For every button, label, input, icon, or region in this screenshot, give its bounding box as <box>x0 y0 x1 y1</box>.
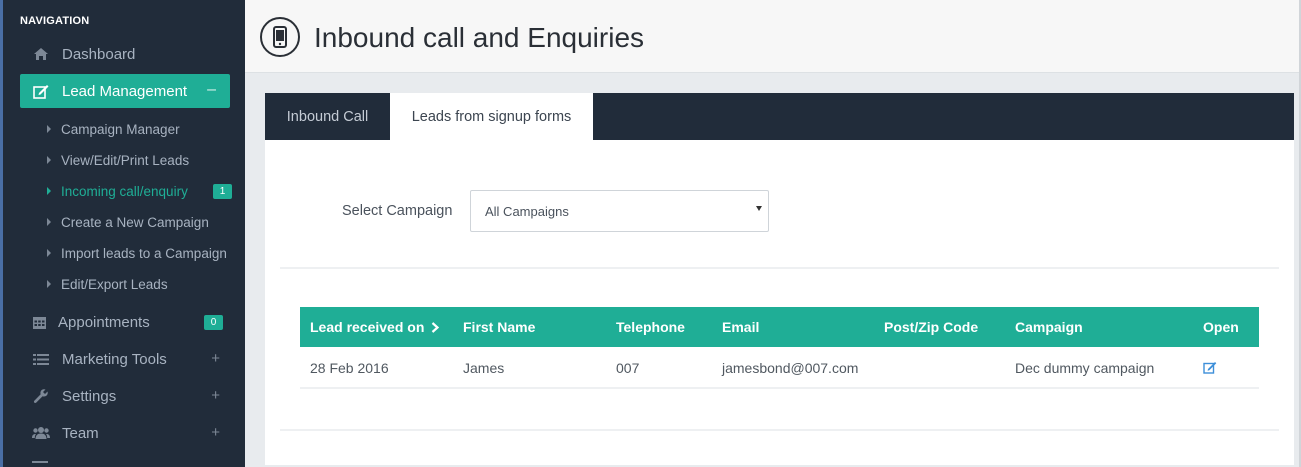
sidebar-item-team[interactable]: Team + <box>20 416 230 450</box>
collapse-toggle[interactable]: – <box>207 81 216 99</box>
sidebar-item-label: Dashboard <box>62 45 136 63</box>
sub-item-label: Create a New Campaign <box>61 214 209 230</box>
appointments-count-badge: 0 <box>204 315 223 330</box>
cell-email: jamesbond@007.com <box>722 360 859 376</box>
column-header-received[interactable]: Lead received on <box>310 319 440 335</box>
campaign-select-value: All Campaigns <box>485 204 569 219</box>
tab-leads-signup-forms[interactable]: Leads from signup forms <box>390 93 593 140</box>
column-header-label: Lead received on <box>310 319 425 335</box>
expand-toggle[interactable]: + <box>211 424 220 441</box>
next-item-icon <box>32 461 48 467</box>
sidebar: NAVIGATION Dashboard Lead Management – C… <box>0 0 245 467</box>
sidebar-item-label: Team <box>62 424 99 442</box>
caret-right-icon <box>47 125 51 133</box>
caret-right-icon <box>47 249 51 257</box>
cell-first-name: James <box>463 360 505 376</box>
tab-bar: Inbound Call Leads from signup forms <box>265 93 1294 140</box>
users-icon <box>32 425 50 441</box>
list-icon <box>32 351 50 367</box>
sub-item-view-edit-print[interactable]: View/Edit/Print Leads <box>47 149 189 171</box>
section-divider <box>280 429 1279 431</box>
sub-item-campaign-manager[interactable]: Campaign Manager <box>47 118 180 140</box>
sidebar-item-dashboard[interactable]: Dashboard <box>20 37 230 71</box>
campaign-select[interactable]: All Campaigns <box>470 190 769 232</box>
sub-item-label: Incoming call/enquiry <box>61 183 188 199</box>
sidebar-item-lead-management[interactable]: Lead Management – <box>20 74 230 108</box>
caret-right-icon <box>47 218 51 226</box>
sidebar-item-marketing-tools[interactable]: Marketing Tools + <box>20 342 230 376</box>
sub-item-label: Import leads to a Campaign <box>61 245 227 261</box>
nav-heading: NAVIGATION <box>20 15 90 27</box>
tab-inbound-call[interactable]: Inbound Call <box>265 93 390 140</box>
page-title: Inbound call and Enquiries <box>314 22 645 53</box>
caret-right-icon <box>47 280 51 288</box>
sub-item-label: Campaign Manager <box>61 121 180 137</box>
column-header-zip[interactable]: Post/Zip Code <box>884 319 978 335</box>
page-header: Inbound call and Enquiries <box>245 0 1301 73</box>
sub-item-create-campaign[interactable]: Create a New Campaign <box>47 211 209 233</box>
expand-toggle[interactable]: + <box>211 350 220 367</box>
column-header-email[interactable]: Email <box>722 319 759 335</box>
table-row: 28 Feb 2016 James 007 jamesbond@007.com … <box>300 347 1259 389</box>
table-header: Lead received on First Name Telephone Em… <box>300 307 1259 347</box>
expand-toggle[interactable]: + <box>211 387 220 404</box>
sidebar-item-appointments[interactable]: Appointments <box>20 305 230 339</box>
edit-icon <box>32 83 50 99</box>
sidebar-item-label: Lead Management <box>62 82 188 100</box>
chevron-down-icon <box>756 206 762 211</box>
cell-telephone: 007 <box>616 360 640 376</box>
cell-campaign: Dec dummy campaign <box>1015 360 1155 376</box>
chevron-right-icon <box>432 322 440 333</box>
campaign-select-label: Select Campaign <box>342 203 453 219</box>
caret-right-icon <box>47 187 51 195</box>
home-icon <box>32 46 50 62</box>
column-header-first-name[interactable]: First Name <box>463 319 535 335</box>
column-header-open: Open <box>1203 319 1239 335</box>
wrench-icon <box>32 388 50 404</box>
main-panel: Inbound Call Leads from signup forms Sel… <box>265 93 1294 465</box>
sidebar-item-label: Marketing Tools <box>62 350 167 368</box>
sub-item-incoming-call[interactable]: Incoming call/enquiry <box>47 180 188 202</box>
column-header-campaign[interactable]: Campaign <box>1015 319 1083 335</box>
sub-item-import-leads[interactable]: Import leads to a Campaign <box>47 242 227 264</box>
sidebar-item-label: Appointments <box>58 313 150 331</box>
column-header-telephone[interactable]: Telephone <box>616 319 685 335</box>
mobile-phone-icon <box>260 17 300 57</box>
open-lead-edit-icon[interactable] <box>1203 361 1217 377</box>
cell-received: 28 Feb 2016 <box>310 360 389 376</box>
sub-item-edit-export[interactable]: Edit/Export Leads <box>47 273 168 295</box>
calendar-icon <box>30 314 48 330</box>
sidebar-item-label: Settings <box>62 387 117 405</box>
leads-table: Lead received on First Name Telephone Em… <box>300 307 1259 389</box>
sidebar-item-settings[interactable]: Settings + <box>20 379 230 413</box>
sub-item-label: View/Edit/Print Leads <box>61 152 190 168</box>
section-divider <box>280 267 1279 269</box>
caret-right-icon <box>47 156 51 164</box>
sub-item-label: Edit/Export Leads <box>61 276 168 292</box>
incoming-count-badge: 1 <box>213 184 232 199</box>
